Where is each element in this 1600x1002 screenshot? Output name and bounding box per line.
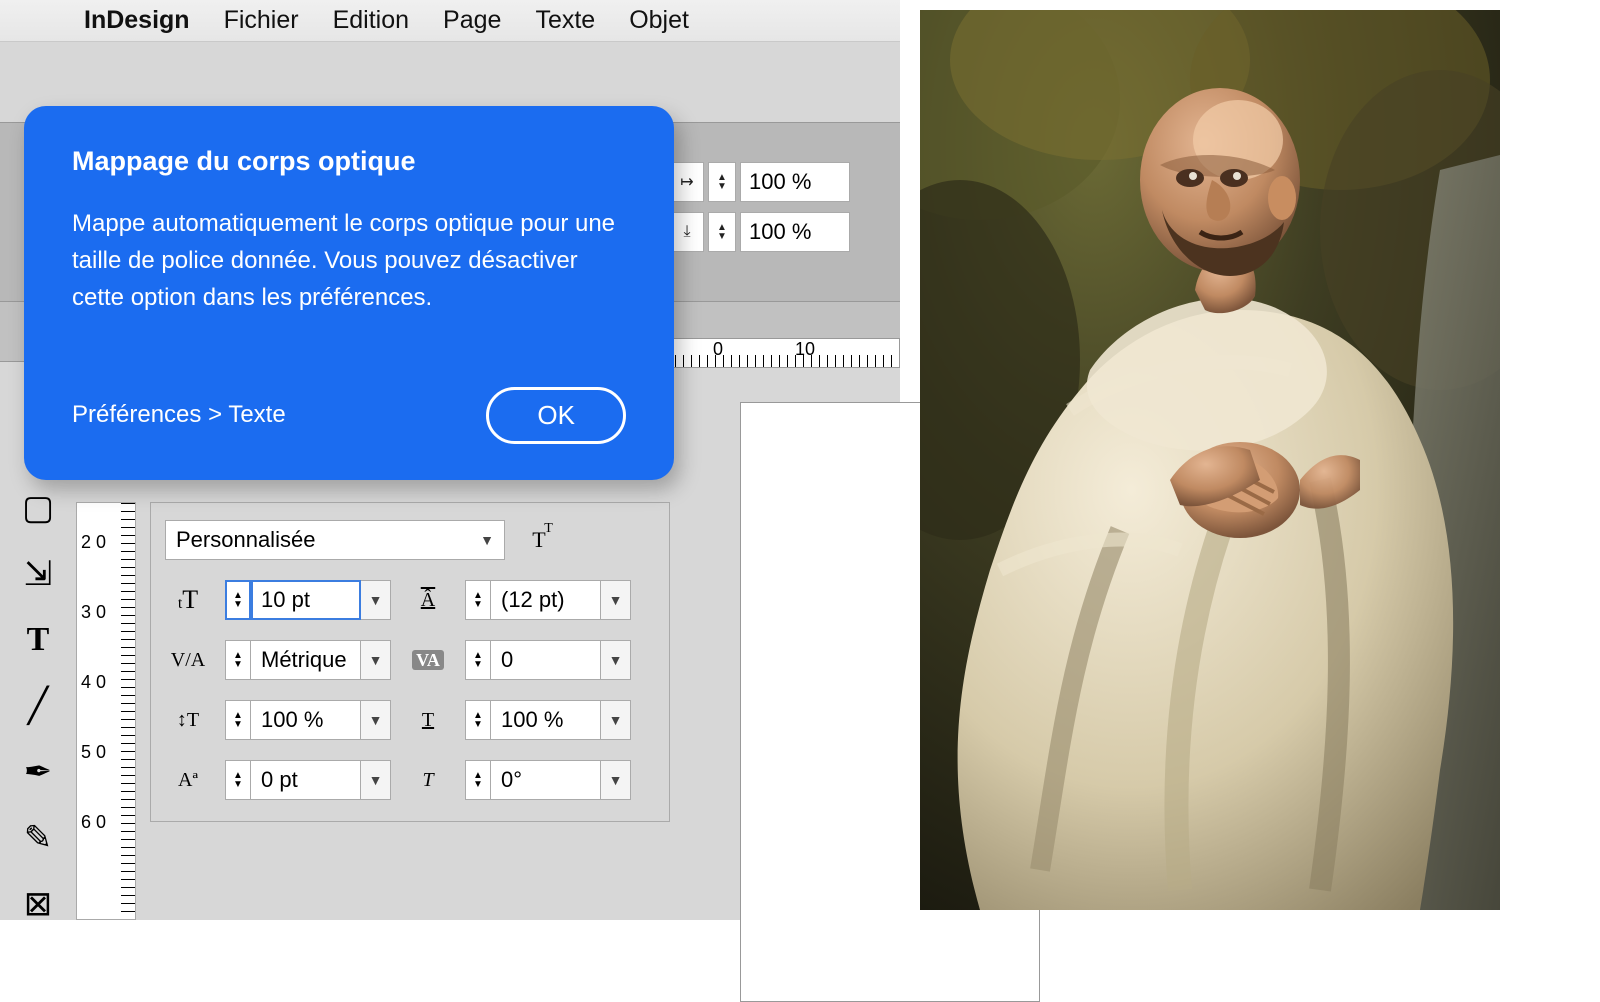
vert-scale-stepper[interactable]: ▲▼ — [708, 212, 736, 252]
menu-objet[interactable]: Objet — [629, 6, 689, 35]
kerning-stepper[interactable]: ▲▼ — [225, 640, 251, 680]
ruler-tick-0: 0 — [713, 339, 723, 360]
kerning-icon: V/A — [165, 649, 211, 672]
tracking-value: 0 — [491, 640, 601, 680]
menu-texte[interactable]: Texte — [535, 6, 595, 35]
chevron-down-icon[interactable]: ▼ — [601, 760, 631, 800]
ruler-v-20: 2 0 — [81, 533, 106, 551]
optical-size-value: Personnalisée — [176, 527, 315, 553]
character-panel: Personnalisée ▼ TT tT ▲▼ 10 pt ▼ Â — [150, 502, 670, 822]
kerning-value: Métrique — [251, 640, 361, 680]
ruler-v-60: 6 0 — [81, 813, 106, 831]
horiz-scale-stepper[interactable]: ▲▼ — [708, 162, 736, 202]
coach-mark-pref-path: Préférences > Texte — [72, 401, 286, 429]
tool-rect-frame-icon[interactable]: ⊠ — [12, 880, 64, 928]
optical-size-icon[interactable]: TT — [519, 520, 559, 560]
chevron-down-icon[interactable]: ▼ — [601, 640, 631, 680]
chevron-down-icon[interactable]: ▼ — [361, 640, 391, 680]
coach-mark-ok-button[interactable]: OK — [486, 387, 626, 444]
vert-scale-char-value: 100 % — [251, 700, 361, 740]
tracking-stepper[interactable]: ▲▼ — [465, 640, 491, 680]
horz-scale-char-field[interactable]: ▲▼ 100 % ▼ — [465, 700, 631, 740]
horiz-scale-field[interactable]: 100 % — [740, 162, 850, 202]
chevron-down-icon[interactable]: ▼ — [361, 580, 391, 620]
tool-pencil-icon[interactable]: ✎ — [12, 814, 64, 862]
kerning-field[interactable]: ▲▼ Métrique ▼ — [225, 640, 391, 680]
vertical-ruler[interactable]: 2 0 3 0 4 0 5 0 6 0 — [76, 502, 136, 920]
menu-fichier[interactable]: Fichier — [224, 6, 299, 35]
vert-scale-char-stepper[interactable]: ▲▼ — [225, 700, 251, 740]
skew-icon: T — [405, 769, 451, 792]
vert-scale-field[interactable]: 100 % — [740, 212, 850, 252]
leading-stepper[interactable]: ▲▼ — [465, 580, 491, 620]
tool-type-icon[interactable]: T — [12, 616, 64, 664]
painting-image — [920, 10, 1500, 910]
tool-pen-icon[interactable]: ✒ — [12, 748, 64, 796]
coach-mark-body: Mappe automatiquement le corps optique p… — [72, 205, 626, 317]
tracking-field[interactable]: ▲▼ 0 ▼ — [465, 640, 631, 680]
ruler-tick-10: 10 — [795, 339, 815, 360]
coach-mark-tooltip: Mappage du corps optique Mappe automatiq… — [24, 106, 674, 480]
leading-field[interactable]: ▲▼ (12 pt) ▼ — [465, 580, 631, 620]
menubar-app-name[interactable]: InDesign — [84, 6, 190, 35]
ruler-v-40: 4 0 — [81, 673, 106, 691]
font-size-value: 10 pt — [251, 580, 361, 620]
skew-value: 0° — [491, 760, 601, 800]
indesign-app: InDesign Fichier Edition Page Texte Obje… — [0, 0, 900, 920]
menu-edition[interactable]: Edition — [333, 6, 409, 35]
chevron-down-icon[interactable]: ▼ — [361, 760, 391, 800]
skew-stepper[interactable]: ▲▼ — [465, 760, 491, 800]
ruler-v-50: 5 0 — [81, 743, 106, 761]
skew-field[interactable]: ▲▼ 0° ▼ — [465, 760, 631, 800]
horz-scale-char-value: 100 % — [491, 700, 601, 740]
horz-scale-char-stepper[interactable]: ▲▼ — [465, 700, 491, 740]
tool-line-icon[interactable]: ╱ — [12, 682, 64, 730]
chevron-down-icon[interactable]: ▼ — [601, 580, 631, 620]
horz-scale-char-icon: T — [405, 709, 451, 732]
menu-page[interactable]: Page — [443, 6, 501, 35]
baseline-shift-icon: Aª — [165, 769, 211, 792]
vert-scale-icon: ⤓ — [670, 212, 704, 252]
leading-value: (12 pt) — [491, 580, 601, 620]
optical-size-select[interactable]: Personnalisée ▼ — [165, 520, 505, 560]
ruler-v-30: 3 0 — [81, 603, 106, 621]
font-size-field[interactable]: ▲▼ 10 pt ▼ — [225, 580, 391, 620]
baseline-shift-field[interactable]: ▲▼ 0 pt ▼ — [225, 760, 391, 800]
baseline-shift-stepper[interactable]: ▲▼ — [225, 760, 251, 800]
vert-scale-char-icon: ↕T — [165, 709, 211, 732]
chevron-down-icon[interactable]: ▼ — [601, 700, 631, 740]
vert-scale-char-field[interactable]: ▲▼ 100 % ▼ — [225, 700, 391, 740]
leading-icon: Â — [405, 589, 451, 612]
baseline-shift-value: 0 pt — [251, 760, 361, 800]
tool-gap-icon[interactable]: ⇲ — [12, 550, 64, 598]
workspace: ↦ ▲▼ 100 % ⤓ ▲▼ 100 % 0 10 2 0 3 0 4 0 5… — [0, 42, 900, 920]
menubar: InDesign Fichier Edition Page Texte Obje… — [0, 0, 900, 42]
tracking-icon: VA — [405, 649, 451, 672]
chevron-down-icon: ▼ — [480, 532, 494, 548]
font-size-icon: tT — [165, 585, 211, 615]
font-size-stepper[interactable]: ▲▼ — [225, 580, 251, 620]
chevron-down-icon[interactable]: ▼ — [361, 700, 391, 740]
horiz-scale-icon: ↦ — [670, 162, 704, 202]
scale-controls: ↦ ▲▼ 100 % ⤓ ▲▼ 100 % — [670, 162, 850, 252]
coach-mark-title: Mappage du corps optique — [72, 146, 626, 177]
tool-frame-icon[interactable]: ▢ — [12, 484, 64, 532]
toolbar: ▢ ⇲ T ╱ ✒ ✎ ⊠ — [8, 484, 68, 928]
